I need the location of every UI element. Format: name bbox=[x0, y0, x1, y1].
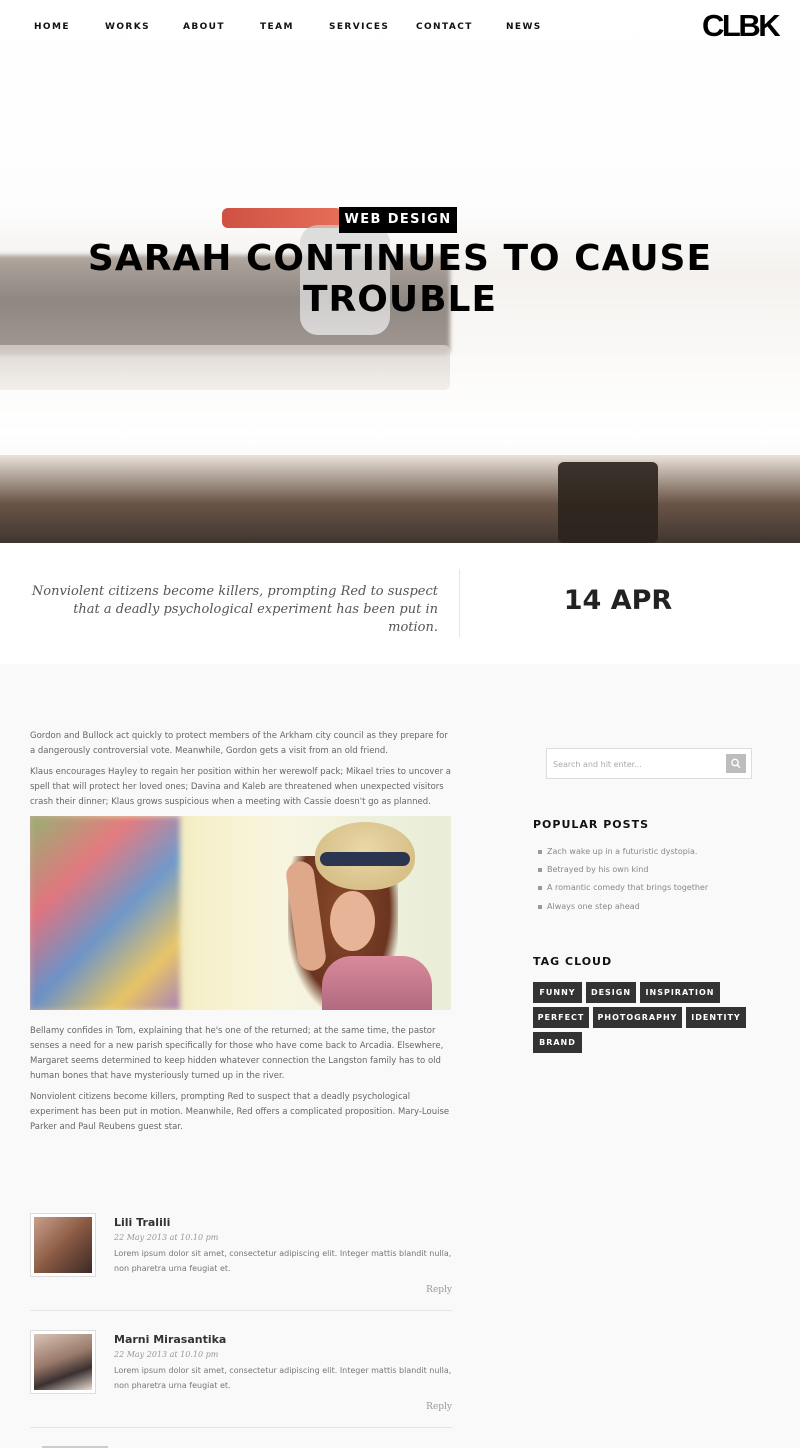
main-nav: HOME WORKS ABOUT TEAM SERVICES CONTACT N… bbox=[0, 0, 800, 54]
graffiti-wall bbox=[30, 816, 180, 1010]
nav-news[interactable]: NEWS bbox=[506, 22, 542, 32]
tag-photography[interactable]: PHOTOGRAPHY bbox=[593, 1007, 682, 1028]
avatar-photo bbox=[34, 1217, 92, 1273]
reply-link[interactable]: Reply bbox=[404, 1285, 452, 1295]
post-title: SARAH CONTINUES TO CAUSE TROUBLE bbox=[87, 238, 713, 320]
avatar[interactable] bbox=[30, 1213, 96, 1277]
bullet-icon bbox=[538, 867, 542, 872]
article-paragraph: Bellamy confides in Tom, explaining that… bbox=[30, 1026, 444, 1081]
tag-inspiration[interactable]: INSPIRATION bbox=[640, 982, 720, 1003]
nav-contact[interactable]: CONTACT bbox=[416, 22, 473, 32]
comment-author[interactable]: Marni Mirasantika bbox=[114, 1333, 226, 1346]
article-paragraph: Klaus encourages Hayley to regain her po… bbox=[30, 767, 452, 807]
article-paragraph: Nonviolent citizens become killers, prom… bbox=[30, 1092, 450, 1132]
popular-post-label: Always one step ahead bbox=[547, 902, 640, 911]
bullet-icon bbox=[538, 904, 542, 909]
popular-post-link[interactable]: A romantic comedy that brings together bbox=[538, 883, 708, 892]
nav-home[interactable]: HOME bbox=[34, 22, 70, 32]
avatar-photo bbox=[34, 1334, 92, 1390]
search-input[interactable] bbox=[553, 756, 713, 772]
comment-divider bbox=[30, 1310, 452, 1311]
deck-edge bbox=[0, 455, 800, 543]
bullet-icon bbox=[538, 849, 542, 854]
comment-author[interactable]: Lili Tralili bbox=[114, 1216, 170, 1229]
popular-post-link[interactable]: Always one step ahead bbox=[538, 902, 640, 911]
post-excerpt: Nonviolent citizens become killers, prom… bbox=[31, 584, 438, 635]
tag-perfect[interactable]: PERFECT bbox=[533, 1007, 589, 1028]
comment-divider bbox=[30, 1427, 452, 1428]
comment-date: 22 May 2013 at 10.10 pm bbox=[114, 1350, 219, 1359]
popular-post-label: A romantic comedy that brings together bbox=[547, 883, 709, 892]
tag-identity[interactable]: IDENTITY bbox=[686, 1007, 746, 1028]
woman-top bbox=[322, 956, 432, 1010]
post-date: 14 APR bbox=[563, 585, 673, 616]
nav-team[interactable]: TEAM bbox=[260, 22, 294, 32]
nav-services[interactable]: SERVICES bbox=[329, 22, 389, 32]
search-icon bbox=[731, 758, 741, 769]
popular-post-link[interactable]: Zach wake up in a futuristic dystopia. bbox=[538, 847, 697, 856]
comment-date: 22 May 2013 at 10.10 pm bbox=[114, 1233, 219, 1242]
popular-posts-title: POPULAR POSTS bbox=[533, 818, 649, 831]
turntable-base bbox=[0, 345, 450, 390]
tag-brand[interactable]: BRAND bbox=[533, 1032, 582, 1053]
reply-link[interactable]: Reply bbox=[404, 1402, 452, 1412]
popular-post-label: Zach wake up in a futuristic dystopia. bbox=[547, 847, 698, 856]
deck-foot bbox=[558, 462, 658, 543]
woman-face bbox=[330, 891, 375, 951]
tag-design[interactable]: DESIGN bbox=[586, 982, 636, 1003]
popular-post-link[interactable]: Betrayed by his own kind bbox=[538, 865, 648, 874]
tag-funny[interactable]: FUNNY bbox=[533, 982, 582, 1003]
comment-text: Lorem ipsum dolor sit amet, consectetur … bbox=[114, 1366, 452, 1390]
category-badge[interactable]: WEB DESIGN bbox=[339, 207, 457, 233]
comment-text: Lorem ipsum dolor sit amet, consectetur … bbox=[114, 1249, 452, 1273]
bullet-icon bbox=[538, 885, 542, 890]
popular-post-label: Betrayed by his own kind bbox=[547, 865, 649, 874]
tag-cloud-title: TAG CLOUD bbox=[533, 955, 613, 968]
site-logo[interactable]: CLBK bbox=[702, 8, 781, 44]
nav-works[interactable]: WORKS bbox=[105, 22, 150, 32]
avatar[interactable] bbox=[30, 1330, 96, 1394]
hat-band bbox=[320, 852, 410, 866]
search-box bbox=[546, 748, 752, 779]
search-button[interactable] bbox=[726, 754, 746, 773]
article-paragraph: Gordon and Bullock act quickly to protec… bbox=[30, 731, 448, 756]
article-photo bbox=[30, 816, 451, 1010]
nav-about[interactable]: ABOUT bbox=[183, 22, 225, 32]
